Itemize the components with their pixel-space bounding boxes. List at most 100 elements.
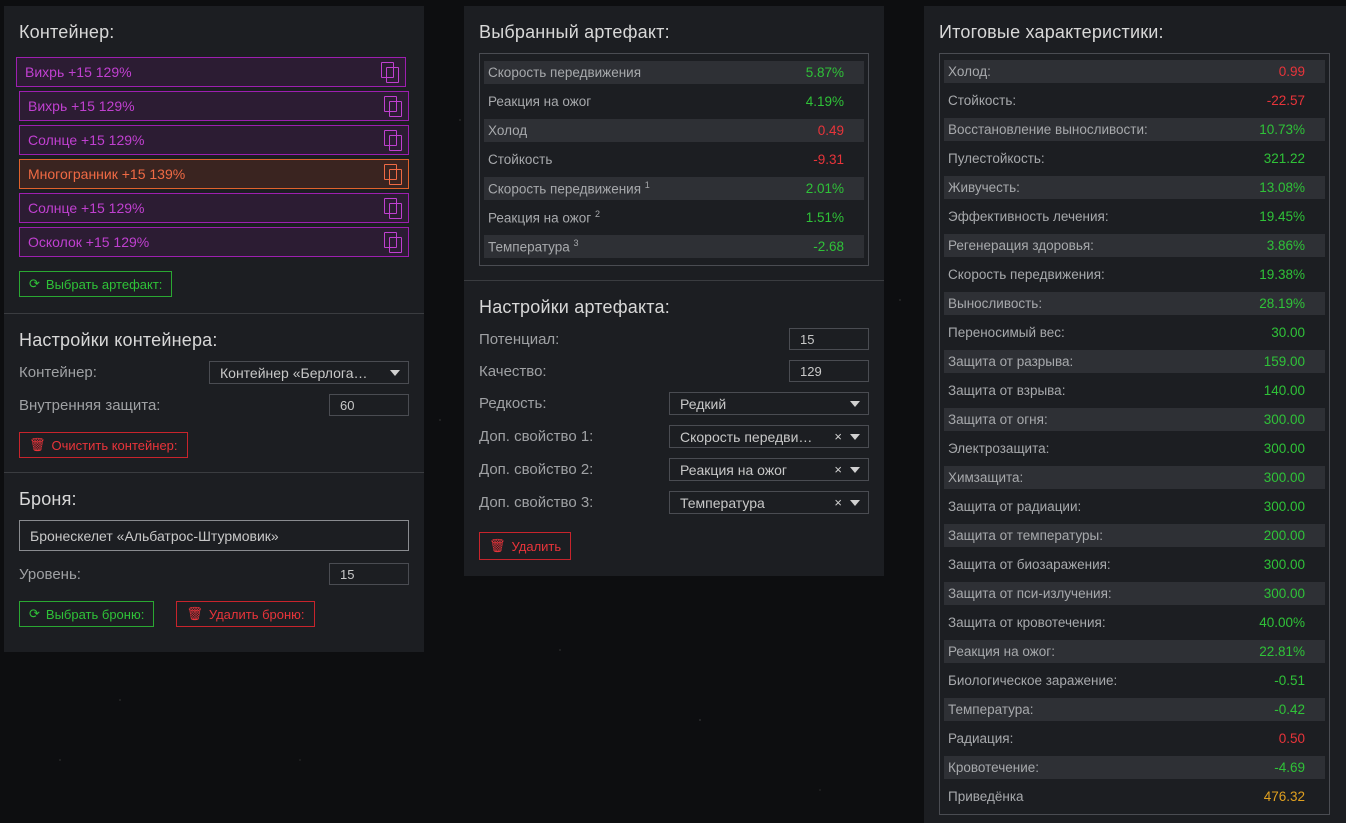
extra3-label: Доп. свойство 3: <box>479 494 594 511</box>
stat-row: Биологическое заражение: -0.51 <box>944 666 1325 695</box>
copy-icon[interactable] <box>384 164 402 185</box>
extra2-select[interactable]: Реакция на ожог × <box>669 458 869 481</box>
stat-row: Восстановление выносливости: 10.73% <box>944 118 1325 141</box>
stat-row: Защита от пси-излучения: 300.00 <box>944 582 1325 605</box>
clear-container-button[interactable]: 🗑 Очистить контейнер: <box>19 432 188 458</box>
stat-name: Восстановление выносливости: <box>948 122 1148 137</box>
potential-input[interactable]: 15 <box>789 328 869 350</box>
stat-name: Защита от разрыва: <box>948 354 1074 369</box>
copy-icon[interactable] <box>384 198 402 219</box>
copy-icon[interactable] <box>384 130 402 151</box>
stat-value: -4.69 <box>1274 760 1305 775</box>
artifact-slot-label: Многогранник +15 139% <box>28 166 186 182</box>
stat-name: Стойкость: <box>948 93 1017 108</box>
stat-row: Переносимый вес: 30.00 <box>944 318 1325 347</box>
artifact-slot[interactable]: Многогранник +15 139% <box>19 159 409 189</box>
stat-name: Защита от взрыва: <box>948 383 1066 398</box>
quality-label: Качество: <box>479 362 547 380</box>
totals-stats: Холод: 0.99 Стойкость: -22.57 Восстановление… <box>939 53 1330 815</box>
artifact-slot[interactable]: Солнце +15 129% <box>19 125 409 155</box>
select-artifact-button[interactable]: ⟳ Выбрать артефакт: <box>19 271 173 297</box>
stat-row: Защита от взрыва: 140.00 <box>944 376 1325 405</box>
stat-value: 1.51% <box>805 210 844 225</box>
stat-value: 5.87% <box>805 65 844 80</box>
stat-footnote: 1 <box>644 180 650 191</box>
trash-icon: 🗑 <box>186 606 203 621</box>
protection-input[interactable]: 60 <box>329 394 409 416</box>
stat-name: Холод: <box>948 64 991 79</box>
stat-name: Температура: <box>948 702 1034 717</box>
stat-name: Скорость передвижения: <box>948 267 1105 282</box>
stat-name: Защита от кровотечения: <box>948 615 1106 630</box>
stat-row: Приведёнка 476.32 <box>944 782 1325 811</box>
stat-value: 40.00% <box>1259 615 1305 630</box>
stat-name: Защита от огня: <box>948 412 1048 427</box>
stat-row: Радиация: 0.50 <box>944 724 1325 753</box>
artifact-slot[interactable]: Вихрь +15 129% <box>16 57 406 87</box>
totals-title: Итоговые характеристики: <box>939 22 1164 42</box>
level-label: Уровень: <box>19 565 81 583</box>
extra1-select[interactable]: Скорость передви… × <box>669 425 869 448</box>
select-armor-button[interactable]: ⟳ Выбрать броню: <box>19 601 155 627</box>
stat-value: 300.00 <box>1263 557 1305 572</box>
stat-value: 300.00 <box>1263 412 1305 427</box>
stat-row: Скорость передвижения: 19.38% <box>944 260 1325 289</box>
stat-row: Температура 3 -2.68 <box>484 235 864 258</box>
container-label: Контейнер: <box>19 364 97 381</box>
close-icon[interactable]: × <box>834 462 842 477</box>
stat-value: 22.81% <box>1259 644 1305 659</box>
container-select[interactable]: Контейнер «Берлога… <box>209 361 409 384</box>
stat-row: Электрозащита: 300.00 <box>944 434 1325 463</box>
stat-name: Радиация: <box>948 731 1014 746</box>
level-input[interactable]: 15 <box>329 563 409 585</box>
artifact-slot-label: Солнце +15 129% <box>28 132 145 148</box>
copy-icon[interactable] <box>384 232 402 253</box>
artifact-slot-label: Солнце +15 129% <box>28 200 145 216</box>
stat-value: 13.08% <box>1259 180 1305 195</box>
stat-row: Холод: 0.99 <box>944 60 1325 83</box>
stat-value: 0.49 <box>817 123 844 138</box>
copy-icon[interactable] <box>381 62 399 83</box>
stat-value: 2.01% <box>805 181 844 196</box>
extra3-select[interactable]: Температура × <box>669 491 869 514</box>
stat-name: Пулестойкость: <box>948 151 1045 166</box>
artifact-slot[interactable]: Вихрь +15 129% <box>19 91 409 121</box>
stat-value: 300.00 <box>1263 470 1305 485</box>
copy-icon[interactable] <box>384 96 402 117</box>
close-icon[interactable]: × <box>834 429 842 444</box>
rarity-label: Редкость: <box>479 395 547 412</box>
stat-row: Эффективность лечения: 19.45% <box>944 202 1325 231</box>
artifact-settings-title: Настройки артефакта: <box>479 297 670 317</box>
rarity-select[interactable]: Редкий <box>669 392 869 415</box>
stat-row: Выносливость: 28.19% <box>944 292 1325 315</box>
armor-title: Броня: <box>19 489 77 509</box>
stat-value: -0.51 <box>1274 673 1305 688</box>
stat-row: Реакция на ожог 4.19% <box>484 87 864 116</box>
stat-row: Скорость передвижения 1 2.01% <box>484 177 864 200</box>
stat-row: Защита от биозаражения: 300.00 <box>944 550 1325 579</box>
stat-name: Скорость передвижения 1 <box>488 180 650 197</box>
stat-value: 10.73% <box>1259 122 1305 137</box>
chevron-down-icon <box>850 433 860 440</box>
stat-value: -2.68 <box>813 239 844 254</box>
stat-name: Кровотечение: <box>948 760 1039 775</box>
container-settings-title: Настройки контейнера: <box>19 330 218 350</box>
close-icon[interactable]: × <box>834 495 842 510</box>
stat-name: Переносимый вес: <box>948 325 1065 340</box>
stat-row: Стойкость -9.31 <box>484 145 864 174</box>
stat-name: Температура 3 <box>488 238 579 255</box>
stat-value: 140.00 <box>1263 383 1305 398</box>
delete-armor-button[interactable]: 🗑 Удалить броню: <box>176 601 315 627</box>
stat-value: 4.19% <box>805 94 844 109</box>
stat-value: 300.00 <box>1263 586 1305 601</box>
armor-field[interactable]: Бронескелет «Альбатрос-Штурмовик» <box>19 520 409 551</box>
artifact-slot[interactable]: Осколок +15 129% <box>19 227 409 257</box>
artifact-slot[interactable]: Солнце +15 129% <box>19 193 409 223</box>
stat-footnote: 3 <box>573 238 579 249</box>
quality-input[interactable]: 129 <box>789 360 869 382</box>
chevron-down-icon <box>850 499 860 506</box>
delete-artifact-button[interactable]: 🗑 Удалить <box>479 532 572 560</box>
stat-row: Скорость передвижения 5.87% <box>484 61 864 84</box>
stat-name: Выносливость: <box>948 296 1043 311</box>
stat-name: Защита от пси-излучения: <box>948 586 1112 601</box>
